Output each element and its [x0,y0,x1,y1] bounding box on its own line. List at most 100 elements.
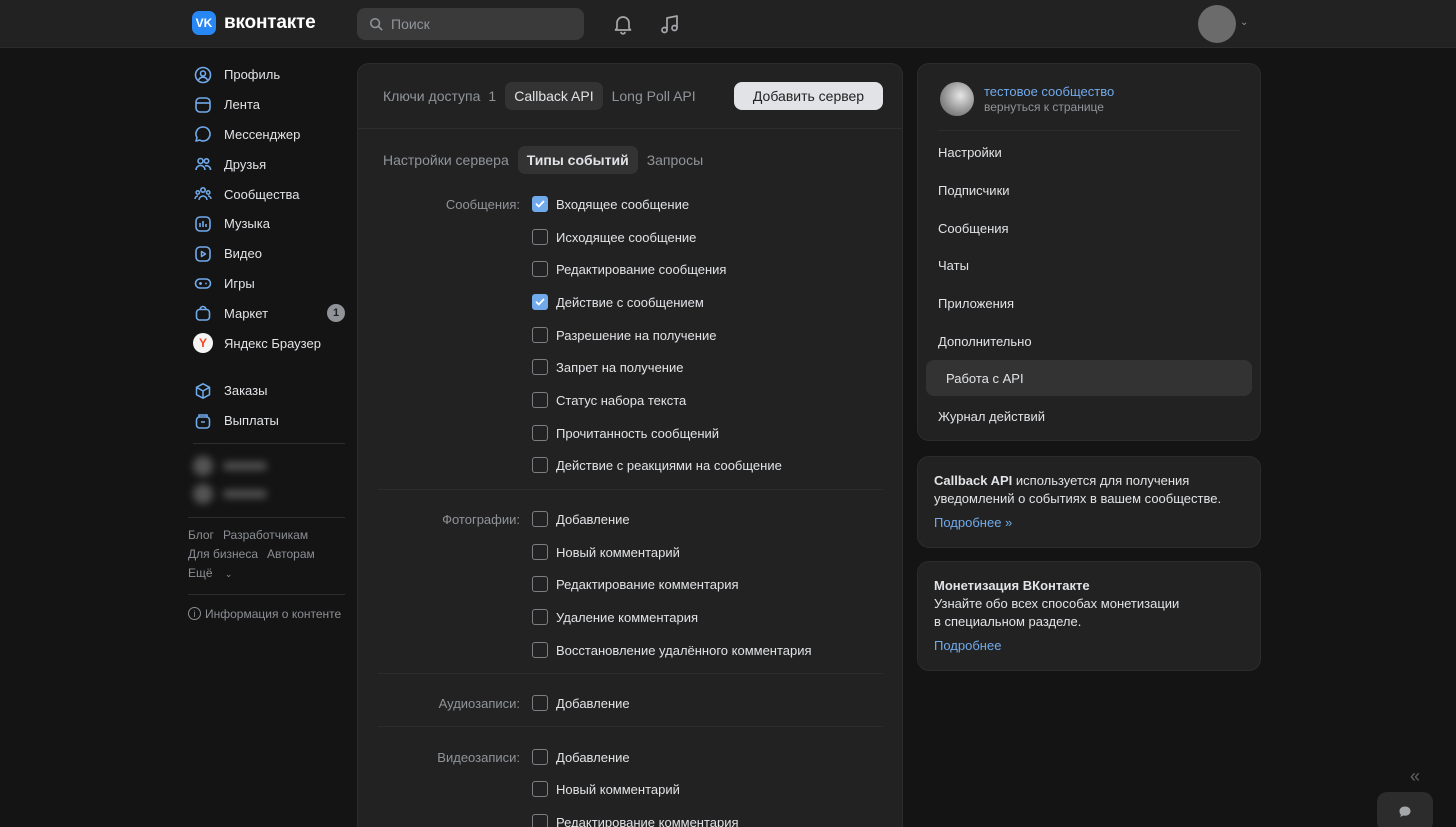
event-checkbox-row[interactable]: Статус набора текста [532,390,686,410]
chevron-down-icon[interactable]: ⌄ [1240,17,1248,28]
content-info-link[interactable]: i Информация о контенте [188,607,353,621]
menu-item-subscribers[interactable]: Подписчики [926,172,1252,208]
checkbox[interactable] [532,359,548,375]
tab-server-settings[interactable]: Настройки сервера [374,146,518,174]
tab-requests[interactable]: Запросы [638,146,712,174]
sidebar-item-payouts[interactable]: Выплаты [188,406,353,436]
checkbox[interactable] [532,749,548,765]
event-checkbox-row[interactable]: Прочитанность сообщений [532,423,719,443]
vk-logo[interactable]: VK вконтакте [192,11,316,35]
sidebar-item-orders[interactable]: Заказы [188,376,353,406]
checkbox[interactable] [532,229,548,245]
checkbox[interactable] [532,425,548,441]
bell-icon[interactable] [611,12,635,36]
search-input[interactable]: Поиск [357,8,584,40]
event-checkbox-row[interactable]: Действие с сообщением [532,292,704,312]
menu-item-messages[interactable]: Сообщения [926,210,1252,246]
menu-item-action-log[interactable]: Журнал действий [926,398,1252,434]
footer-link-more[interactable]: Ещё ⌄ [188,566,241,580]
checkbox[interactable] [532,261,548,277]
checkbox-label: Новый комментарий [556,544,680,560]
event-checkbox-row[interactable]: Редактирование комментария [532,812,739,827]
event-checkbox-row[interactable]: Удаление комментария [532,607,698,627]
checkbox-label: Добавление [556,511,630,527]
sidebar-item-games[interactable]: Игры [188,269,353,299]
callback-info-card: Callback API используется для получения … [917,456,1261,548]
group-label: Видеозаписи: [437,750,520,765]
callback-more-link[interactable]: Подробнее » [934,514,1244,532]
sidebar-item-messenger[interactable]: Мессенджер [188,120,353,150]
monetization-more-link[interactable]: Подробнее [934,637,1244,655]
menu-divider [938,130,1240,131]
event-checkbox-row[interactable]: Редактирование комментария [532,574,739,594]
user-avatar[interactable] [1198,5,1236,43]
sidebar-item-market[interactable]: Маркет 1 [188,298,353,328]
add-server-button[interactable]: Добавить сервер [734,82,883,110]
checkbox[interactable] [532,781,548,797]
sidebar-item-music[interactable]: Музыка [188,209,353,239]
sidebar-item-friends[interactable]: Друзья [188,149,353,179]
left-sidebar: Профиль Лента Мессенджер Друзья Сообщест… [188,60,353,621]
event-checkbox-row[interactable]: Восстановление удалённого комментария [532,640,812,660]
event-checkbox-row[interactable]: Редактирование сообщения [532,259,726,279]
menu-item-settings[interactable]: Настройки [926,134,1252,170]
collapse-double-chevron-icon[interactable]: « [1410,766,1420,787]
checkbox[interactable] [532,642,548,658]
menu-item-apps[interactable]: Приложения [926,285,1252,321]
sidebar-item-profile[interactable]: Профиль [188,60,353,90]
checkbox-label: Прочитанность сообщений [556,425,720,441]
community-header[interactable]: тестовое сообщество вернуться к странице [940,82,1114,116]
checkbox[interactable] [532,576,548,592]
checkbox-checked[interactable] [532,196,548,212]
sidebar-item-label: Яндекс Браузер [224,335,321,351]
tab-event-types[interactable]: Типы событий [517,146,638,174]
community-avatar [940,82,974,116]
event-checkbox-row[interactable]: Разрешение на получение [532,325,716,345]
checkbox[interactable] [532,814,548,827]
checkbox-label: Действие с реакциями на сообщение [556,457,782,473]
event-checkbox-row[interactable]: Новый комментарий [532,542,680,562]
checkbox[interactable] [532,695,548,711]
checkbox[interactable] [532,609,548,625]
chat-button[interactable] [1377,792,1433,827]
checkbox[interactable] [532,327,548,343]
event-checkbox-row[interactable]: Исходящее сообщение [532,227,696,247]
checkbox[interactable] [532,457,548,473]
sidebar-item-feed[interactable]: Лента [188,90,353,120]
tab-access-keys[interactable]: Ключи доступа 1 [374,82,505,110]
info-icon: i [188,607,201,621]
tab-label: Запросы [646,152,704,168]
tab-long-poll-api[interactable]: Long Poll API [603,82,705,110]
payout-icon [193,411,213,431]
event-checkbox-row[interactable]: Добавление [532,747,630,767]
event-checkbox-row[interactable]: Действие с реакциями на сообщение [532,455,782,475]
checkbox-checked[interactable] [532,294,548,310]
checkbox[interactable] [532,544,548,560]
checkbox-label: Редактирование комментария [556,814,739,827]
event-checkbox-row[interactable]: Добавление [532,693,630,713]
sidebar-item-yandex-browser[interactable]: Y Яндекс Браузер [188,328,353,358]
community-name[interactable]: тестовое сообщество [984,84,1114,99]
sidebar-item-communities[interactable]: Сообщества [188,179,353,209]
vk-logo-icon: VK [192,11,216,35]
footer-link-business[interactable]: Для бизнеса [188,547,258,561]
checkbox[interactable] [532,511,548,527]
event-checkbox-row[interactable]: Входящее сообщение [532,194,689,214]
footer-link-developers[interactable]: Разработчикам [223,528,308,542]
menu-item-api[interactable]: Работа с API [926,360,1252,396]
music-icon[interactable] [658,12,682,36]
event-checkbox-row[interactable]: Добавление [532,509,630,529]
tab-callback-api[interactable]: Callback API [505,82,603,110]
event-checkbox-row[interactable]: Новый комментарий [532,779,680,799]
footer-link-blog[interactable]: Блог [188,528,214,542]
checkbox[interactable] [532,392,548,408]
api-tabs: Ключи доступа 1 Callback API Long Poll A… [374,82,705,110]
footer-link-authors[interactable]: Авторам [267,547,315,561]
event-checkbox-row[interactable]: Запрет на получение [532,357,683,377]
sidebar-item-video[interactable]: Видео [188,239,353,269]
group-divider [378,489,883,490]
back-to-page-link[interactable]: вернуться к странице [984,100,1114,114]
menu-item-additional[interactable]: Дополнительно [926,323,1252,359]
message-icon [193,124,213,144]
menu-item-chats[interactable]: Чаты [926,247,1252,283]
